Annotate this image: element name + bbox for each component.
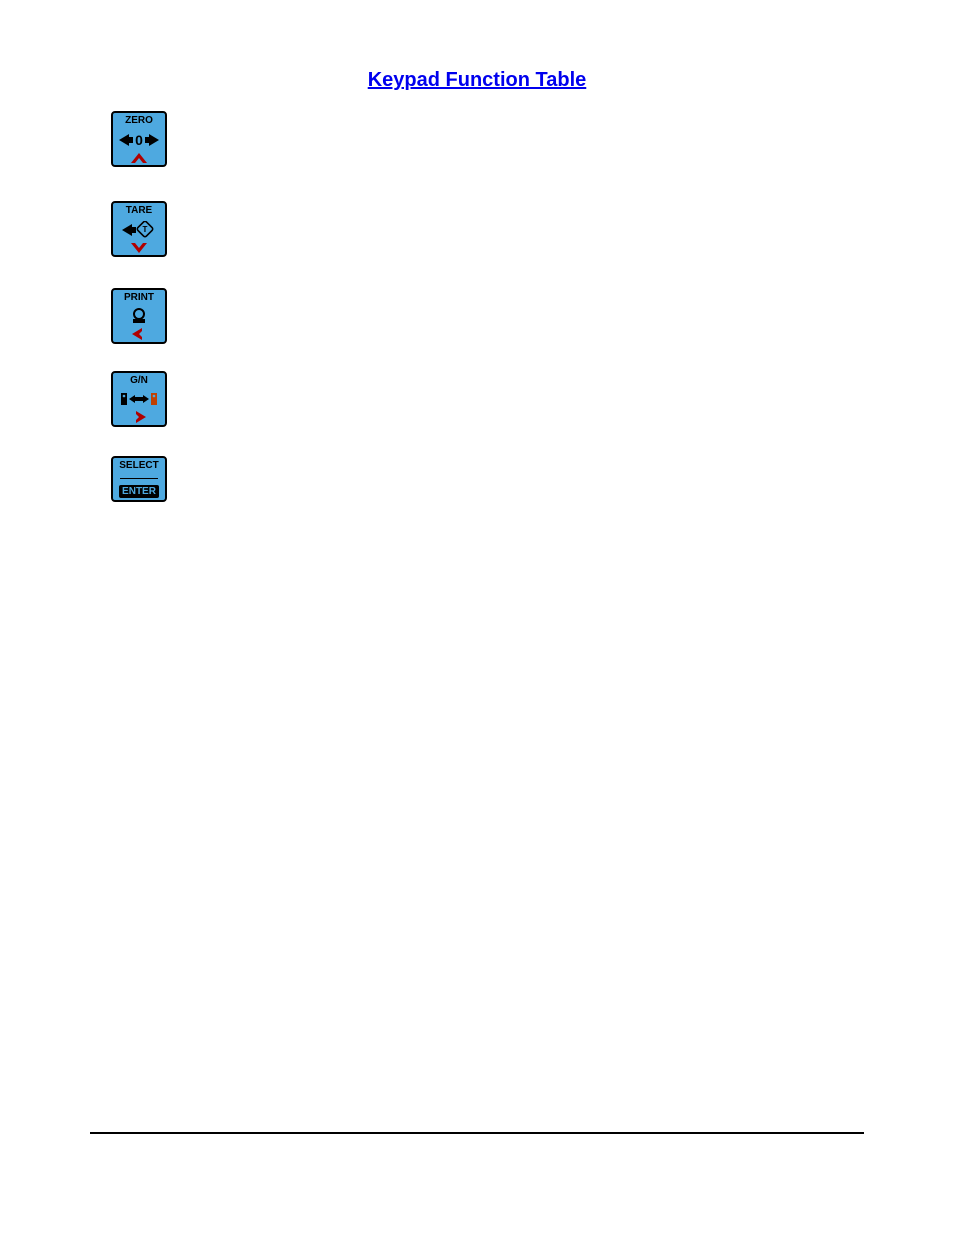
tare-icon: T: [122, 221, 156, 239]
zero-key[interactable]: ZERO 0: [111, 111, 167, 167]
page-root: Keypad Function Table ZERO 0 TARE T: [0, 0, 954, 1235]
svg-text:0: 0: [135, 132, 143, 148]
page-title: Keypad Function Table: [289, 69, 665, 92]
footer-rule: [90, 1132, 864, 1134]
zero-icon: 0: [119, 132, 159, 148]
tare-label: TARE: [126, 206, 152, 216]
up-arrow-icon: [131, 153, 147, 163]
select-label: SELECT: [119, 461, 158, 471]
print-label: PRINT: [124, 293, 154, 303]
right-arrow-icon: [132, 411, 146, 423]
print-icon: [128, 307, 150, 325]
tare-key[interactable]: TARE T: [111, 201, 167, 257]
print-key[interactable]: PRINT: [111, 288, 167, 344]
divider-line: [120, 478, 158, 479]
gn-key[interactable]: G/N: [111, 371, 167, 427]
enter-label: ENTER: [119, 485, 159, 498]
gn-swap-icon: [120, 391, 158, 407]
left-arrow-icon: [132, 328, 146, 340]
gn-label: G/N: [130, 376, 148, 386]
svg-text:T: T: [143, 225, 148, 234]
down-arrow-icon: [131, 243, 147, 253]
zero-label: ZERO: [125, 116, 153, 126]
select-enter-key[interactable]: SELECT ENTER: [111, 456, 167, 502]
